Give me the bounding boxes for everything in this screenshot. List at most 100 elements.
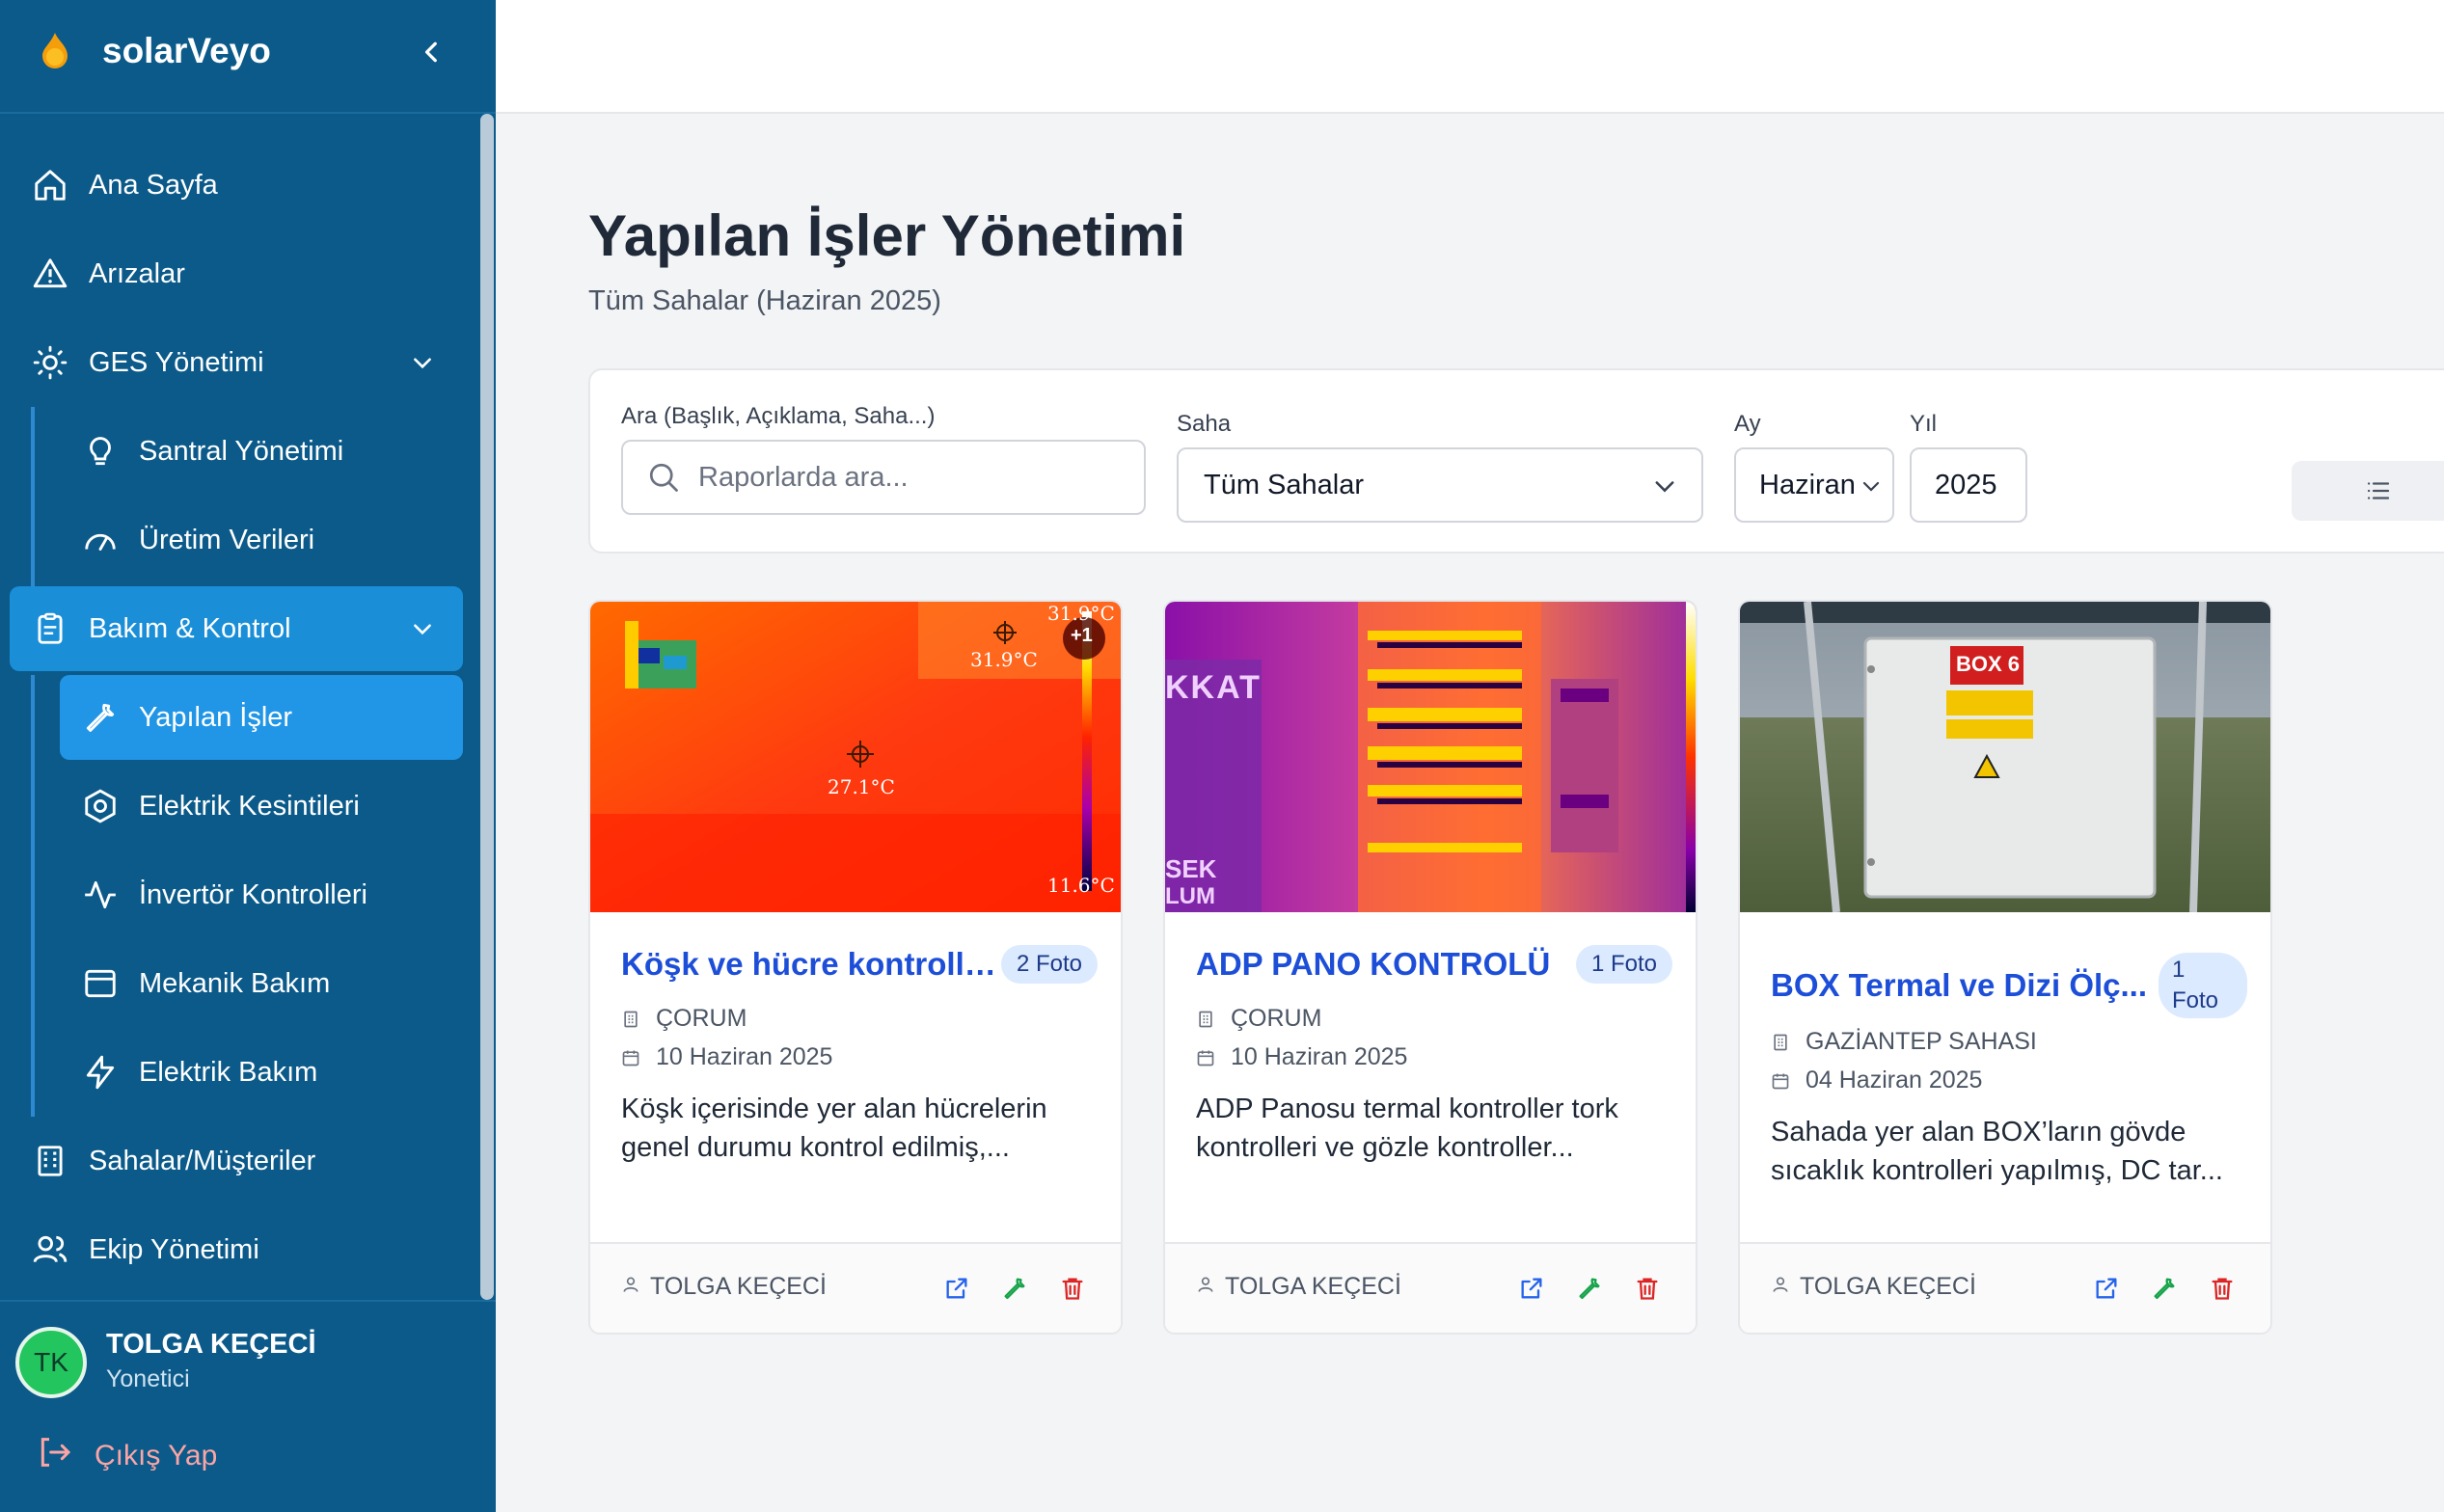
list-view-toggle[interactable]: [2292, 461, 2444, 521]
sidebar-item-label: Ana Sayfa: [89, 169, 218, 201]
date-value: 10 Haziran 2025: [1231, 1043, 1408, 1070]
report-card[interactable]: 31.9°C +1 31.9°C 27.1°C 11.6°C Köşk ve h…: [588, 600, 1123, 1335]
card-title[interactable]: ADP PANO KONTROLÜ: [1196, 946, 1550, 983]
sidebar-item-bakim-kontrol[interactable]: Bakım & Kontrol: [10, 586, 463, 671]
year-input[interactable]: 2025: [1910, 447, 2027, 523]
users-icon: [29, 1228, 71, 1271]
home-icon: [29, 164, 71, 206]
open-button[interactable]: [939, 1271, 974, 1306]
sidebar-item-label: İnvertör Kontrolleri: [139, 878, 367, 910]
site-name: ÇORUM: [1231, 1005, 1322, 1032]
card-title[interactable]: Köşk ve hücre kontrolleri: [621, 946, 1001, 983]
date-value: 04 Haziran 2025: [1806, 1066, 1983, 1094]
card-site: GAZİANTEP SAHASI: [1771, 1028, 2037, 1056]
month-label: Ay: [1734, 411, 1761, 437]
author-name: TOLGA KEÇECİ: [1225, 1273, 1401, 1300]
sidebar-item-yapilan-isler[interactable]: Yapılan İşler: [60, 675, 463, 760]
user-icon: [1196, 1273, 1215, 1301]
building-icon: [1771, 1032, 1792, 1053]
app-name: solarVeyo: [102, 31, 271, 70]
wrench-icon: [1004, 1278, 1025, 1300]
site-name: ÇORUM: [656, 1005, 747, 1032]
sidebar-item-santral-yonetimi[interactable]: Santral Yönetimi: [79, 409, 463, 494]
extra-photos-badge: +1: [1071, 625, 1093, 646]
card-author: TOLGA KEÇECİ: [1771, 1273, 1976, 1301]
sidebar-item-label: Elektrik Bakım: [139, 1056, 318, 1088]
sidebar-item-label: Sahalar/Müşteriler: [89, 1145, 316, 1176]
building-icon: [621, 1009, 642, 1030]
lightbulb-icon: [79, 430, 122, 472]
building-icon: [1196, 1009, 1217, 1030]
report-card[interactable]: KKAT SEK LUM ADP PANO KONTROLÜ 1 Foto ÇO…: [1163, 600, 1697, 1335]
sidebar-item-invertor-kontrolleri[interactable]: İnvertör Kontrolleri: [79, 852, 463, 937]
photo-count-badge: 1 Foto: [2159, 953, 2247, 1018]
sun-icon: [29, 341, 71, 384]
sidebar-item-ana-sayfa[interactable]: Ana Sayfa: [29, 143, 463, 228]
sidebar-item-label: Arızalar: [89, 257, 185, 289]
temp-point-label: 31.9°C: [970, 648, 1038, 671]
edit-button[interactable]: [997, 1271, 1032, 1306]
logout-label: Çıkış Yap: [95, 1440, 218, 1472]
sidebar-item-uretim-verileri[interactable]: Üretim Verileri: [79, 498, 463, 582]
edit-button[interactable]: [1572, 1271, 1607, 1306]
sun-logo-icon: [42, 33, 68, 68]
card-site: ÇORUM: [621, 1005, 747, 1033]
delete-button[interactable]: [1055, 1271, 1090, 1306]
top-bar: [496, 0, 2444, 114]
temp-center-label: 27.1°C: [828, 775, 895, 798]
avatar[interactable]: TK: [15, 1327, 87, 1398]
year-label: Yıl: [1910, 411, 1938, 437]
window-icon: [79, 962, 122, 1005]
sidebar-item-label: Elektrik Kesintileri: [139, 790, 360, 822]
open-button[interactable]: [1514, 1271, 1549, 1306]
lightning-icon: [79, 1051, 122, 1094]
report-card[interactable]: BOX 6 BOX Termal ve Dizi Ölç... 1 Foto G…: [1738, 600, 2272, 1335]
hexagon-icon: [79, 785, 122, 827]
collapse-sidebar-button[interactable]: [413, 33, 451, 71]
sidebar-item-elektrik-kesintileri[interactable]: Elektrik Kesintileri: [79, 764, 463, 849]
open-button[interactable]: [2089, 1271, 2124, 1306]
sidebar-item-arizalar[interactable]: Arızalar: [29, 231, 463, 316]
month-select[interactable]: Haziran: [1734, 447, 1894, 523]
trash-icon: [1062, 1278, 1083, 1300]
user-icon: [621, 1273, 640, 1301]
sidebar-item-sahalar-musteriler[interactable]: Sahalar/Müşteriler: [29, 1119, 463, 1203]
card-title[interactable]: BOX Termal ve Dizi Ölç...: [1771, 967, 2147, 1004]
sidebar-scrollbar[interactable]: [480, 114, 494, 1300]
site-select[interactable]: Tüm Sahalar: [1177, 447, 1703, 523]
sidebar-item-label: Yapılan İşler: [139, 701, 293, 733]
thermal-image[interactable]: KKAT SEK LUM: [1165, 602, 1696, 912]
sidebar-item-elektrik-bakim[interactable]: Elektrik Bakım: [79, 1030, 463, 1115]
card-description: ADP Panosu termal kontroller tork kontro…: [1196, 1094, 1618, 1163]
site-value: Tüm Sahalar: [1204, 469, 1365, 500]
wrench-icon: [1579, 1278, 1600, 1300]
edit-button[interactable]: [2147, 1271, 2182, 1306]
sidebar-item-label: Ekip Yönetimi: [89, 1233, 259, 1265]
user-name: TOLGA KEÇECİ: [106, 1329, 316, 1360]
sidebar-item-ekip-yonetimi[interactable]: Ekip Yönetimi: [29, 1207, 463, 1292]
card-date: 10 Haziran 2025: [1196, 1043, 1407, 1071]
search-input[interactable]: Raporlarda ara...: [621, 440, 1146, 515]
image-text: KKAT: [1165, 669, 1262, 706]
card-author: TOLGA KEÇECİ: [621, 1273, 827, 1301]
author-name: TOLGA KEÇECİ: [650, 1273, 827, 1300]
calendar-icon: [1771, 1070, 1792, 1092]
temp-max-label: 31.9°C: [1047, 602, 1115, 625]
logout-button[interactable]: Çıkış Yap: [35, 1433, 217, 1479]
thermal-image[interactable]: 31.9°C +1 31.9°C 27.1°C 11.6°C: [590, 602, 1121, 912]
delete-button[interactable]: [2205, 1271, 2240, 1306]
card-footer: TOLGA KEÇECİ: [1740, 1242, 2270, 1333]
chevron-left-icon: [424, 41, 437, 63]
card-footer: TOLGA KEÇECİ: [1165, 1242, 1696, 1333]
card-title-row: Köşk ve hücre kontrolleri 2 Foto: [621, 945, 1098, 984]
delete-button[interactable]: [1630, 1271, 1665, 1306]
chevron-down-icon: [403, 609, 442, 648]
sidebar-item-label: GES Yönetimi: [89, 346, 264, 378]
sidebar-item-ges-yonetimi[interactable]: GES Yönetimi: [29, 320, 463, 405]
building-icon: [29, 1140, 71, 1182]
card-description: Sahada yer alan BOX’ların gövde sıcaklık…: [1771, 1117, 2223, 1186]
site-photo[interactable]: BOX 6: [1740, 602, 2270, 912]
search-label: Ara (Başlık, Açıklama, Saha...): [621, 403, 936, 429]
sidebar-item-mekanik-bakim[interactable]: Mekanik Bakım: [79, 941, 463, 1026]
logout-icon: [35, 1433, 73, 1479]
